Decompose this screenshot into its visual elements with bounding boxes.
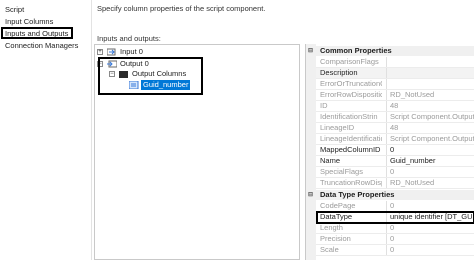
column-divider [386, 178, 387, 188]
category-common-properties[interactable]: ⊟ Common Properties [306, 46, 474, 56]
column-divider [386, 112, 387, 122]
property-name: CodePage [320, 201, 356, 210]
tree-label-input: Input 0 [120, 47, 143, 56]
column-divider [386, 101, 387, 111]
property-value: 0 [390, 167, 395, 176]
property-row[interactable]: Length 0 [316, 223, 474, 234]
column-divider [386, 245, 387, 255]
nav-item-script[interactable]: Script [5, 4, 24, 15]
property-name: ID [320, 101, 328, 110]
property-value: 0 [390, 234, 395, 243]
property-name: SpecialFlags [320, 167, 363, 176]
property-row[interactable]: IdentificationStrin Script Component.Outp… [316, 112, 474, 123]
property-name: IdentificationStrin [320, 112, 378, 121]
property-name: Name [320, 156, 341, 165]
property-row[interactable]: SpecialFlags 0 [316, 167, 474, 178]
property-row[interactable]: ComparisonFlags [316, 57, 474, 68]
property-grid[interactable]: ⊟ Common Properties ComparisonFlags Desc… [305, 44, 474, 260]
column-divider [386, 145, 387, 155]
column-divider [386, 167, 387, 177]
inputs-outputs-tree[interactable]: + Input 0 − Output 0 − Output Columns Gu… [94, 44, 300, 260]
nav-item-input-columns[interactable]: Input Columns [5, 16, 53, 27]
page-nav: Script Input Columns Inputs and Outputs … [0, 0, 92, 260]
page-description: Specify column properties of the script … [97, 4, 266, 13]
column-divider [386, 57, 387, 67]
property-value: Script Component.Outputs [390, 134, 474, 143]
category-title: Data Type Properties [320, 190, 395, 199]
column-divider [386, 223, 387, 233]
property-name: Description [320, 68, 358, 77]
property-row[interactable]: LineageID 48 [316, 123, 474, 134]
property-row[interactable]: ErrorRowDispositic RD_NotUsed [316, 90, 474, 101]
property-row[interactable]: Description [316, 68, 474, 79]
category-data-type-properties[interactable]: ⊟ Data Type Properties [306, 190, 474, 200]
property-row[interactable]: CodePage 0 [316, 201, 474, 212]
property-name: LineageID [320, 123, 355, 132]
property-value: RD_NotUsed [390, 178, 435, 187]
property-row[interactable]: TruncationRowDisp RD_NotUsed [316, 178, 474, 189]
property-row[interactable]: ErrorOrTruncationO [316, 79, 474, 90]
property-row[interactable]: ID 48 [316, 101, 474, 112]
property-name: MappedColumnID [320, 145, 381, 154]
property-value: 0 [390, 223, 395, 232]
property-name: ErrorRowDispositic [320, 90, 382, 99]
column-divider [386, 134, 387, 144]
nav-item-connection-managers[interactable]: Connection Managers [5, 40, 78, 51]
property-value: RD_NotUsed [390, 90, 435, 99]
property-row[interactable]: Scale 0 [316, 245, 474, 256]
property-name: ErrorOrTruncationO [320, 79, 382, 88]
property-name: Precision [320, 234, 351, 243]
column-divider [386, 201, 387, 211]
expand-icon[interactable]: + [97, 49, 103, 55]
selection-highlight-box [1, 27, 73, 39]
property-row[interactable]: MappedColumnID 0 [316, 145, 474, 156]
collapse-icon[interactable]: ⊟ [308, 192, 313, 198]
property-value[interactable]: Guid_number [390, 156, 474, 167]
property-row[interactable]: Name Guid_number [316, 156, 474, 167]
property-value: Script Component.Outputs [390, 112, 474, 121]
property-name: LineageIdentificatio [320, 134, 382, 143]
input-icon [107, 48, 116, 56]
tree-highlight-box [98, 57, 203, 95]
category-title: Common Properties [320, 46, 392, 55]
property-value[interactable]: 0 [390, 145, 474, 156]
inputs-outputs-label: Inputs and outputs: [97, 34, 161, 43]
column-divider [386, 156, 387, 166]
property-name: TruncationRowDisp [320, 178, 382, 187]
collapse-icon[interactable]: ⊟ [308, 48, 313, 54]
grid-gutter [306, 44, 316, 260]
column-divider [386, 90, 387, 100]
property-name: ComparisonFlags [320, 57, 379, 66]
property-name: Length [320, 223, 343, 232]
property-name: Scale [320, 245, 339, 254]
property-value: 48 [390, 123, 399, 132]
property-row[interactable]: LineageIdentificatio Script Component.Out… [316, 134, 474, 145]
column-divider [386, 79, 387, 89]
column-divider [386, 123, 387, 133]
property-value: 0 [390, 201, 395, 210]
property-value: 48 [390, 101, 399, 110]
property-value: 0 [390, 245, 395, 254]
datatype-highlight-box [316, 211, 474, 224]
column-divider [386, 234, 387, 244]
property-row[interactable]: Precision 0 [316, 234, 474, 245]
column-divider [386, 68, 387, 78]
